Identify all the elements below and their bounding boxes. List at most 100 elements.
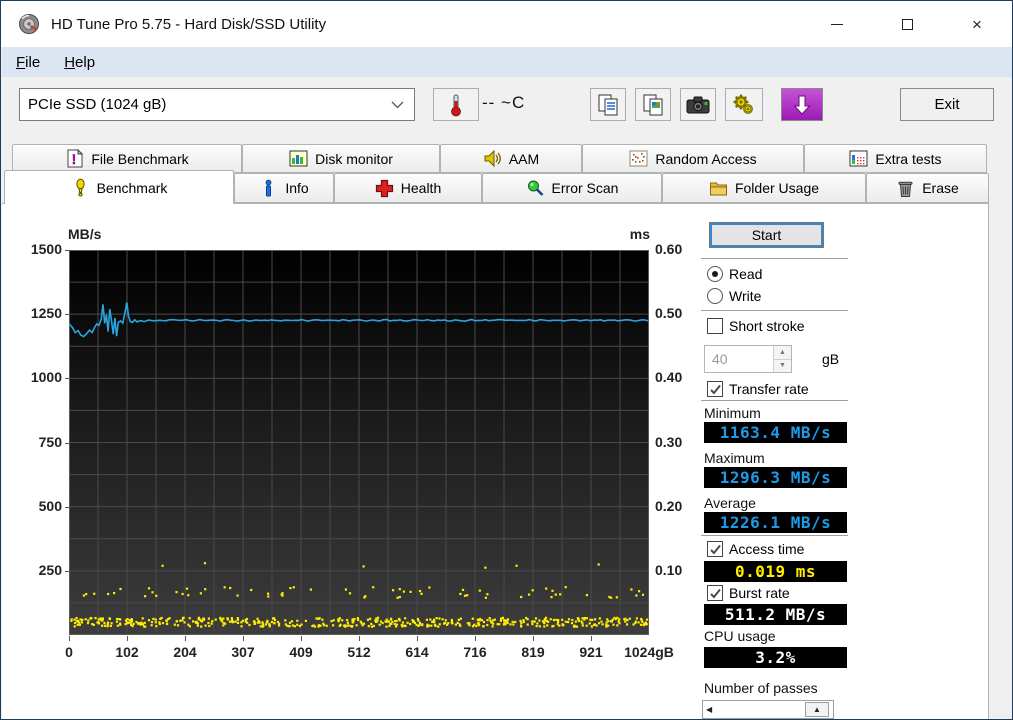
access-time-checkbox[interactable] — [707, 541, 723, 557]
tick-mark — [65, 570, 69, 572]
transfer-rate-checkbox[interactable] — [707, 381, 723, 397]
maximize-button[interactable] — [872, 1, 942, 47]
copy-text-button[interactable] — [590, 88, 626, 121]
tab-aam[interactable]: AAM — [440, 144, 582, 173]
spinner-up-button[interactable]: ▲ — [774, 346, 791, 360]
write-radio[interactable] — [707, 288, 723, 304]
x-axis-tick: 307 — [231, 644, 255, 660]
left-axis-tick: 1500 — [30, 241, 62, 257]
error-scan-icon — [526, 179, 545, 198]
short-stroke-checkbox[interactable] — [707, 318, 723, 334]
left-axis-tick: 250 — [38, 561, 62, 578]
tick-mark — [359, 636, 360, 641]
tick-mark — [475, 636, 476, 641]
read-radio[interactable] — [707, 266, 723, 282]
tab-error-scan[interactable]: Error Scan — [482, 173, 662, 203]
device-select[interactable]: PCIe SSD (1024 gB) — [19, 88, 415, 121]
x-axis-tick: 0 — [65, 644, 73, 660]
info-icon — [259, 179, 278, 198]
menu-bar: File Help — [2, 47, 1012, 77]
maximum-value: 1296.3 MB/s — [704, 467, 847, 488]
separator — [701, 258, 848, 260]
separator — [701, 400, 848, 402]
menu-item-help[interactable]: Help — [54, 51, 105, 74]
random-access-icon — [629, 149, 648, 168]
chevron-down-icon — [391, 101, 404, 108]
start-button[interactable]: Start — [709, 222, 824, 248]
tab-info[interactable]: Info — [234, 173, 334, 203]
right-axis-tick: 0.10 — [655, 561, 683, 578]
copy-image-button[interactable] — [635, 88, 671, 121]
left-axis-tick: 500 — [38, 497, 62, 514]
minimum-label: Minimum — [704, 405, 761, 421]
copy-text-icon — [598, 94, 618, 115]
x-axis-tick: 819 — [521, 644, 545, 660]
minimize-button[interactable] — [802, 1, 872, 47]
cpu-usage-value: 3.2% — [704, 647, 847, 668]
menu-item-file[interactable]: File — [6, 51, 50, 74]
close-button[interactable]: × — [942, 1, 1012, 47]
write-radio-label: Write — [729, 288, 762, 304]
short-stroke-size-spinner[interactable]: 40 ▲ ▼ — [704, 345, 792, 373]
disk-monitor-icon — [289, 149, 308, 168]
right-axis-tick: 0.60 — [655, 241, 683, 257]
tab-label: Folder Usage — [734, 180, 820, 196]
tab-label: Info — [285, 180, 309, 196]
exit-button[interactable]: Exit — [900, 88, 994, 121]
camera-icon — [686, 96, 710, 113]
separator — [701, 310, 848, 312]
x-axis-tick: 921 — [579, 644, 603, 660]
right-axis-title: ms — [629, 226, 650, 242]
short-stroke-row[interactable]: Short stroke — [707, 318, 804, 334]
left-axis-tick: 1000 — [30, 369, 62, 386]
tab-file-benchmark[interactable]: ! File Benchmark — [12, 144, 242, 173]
tick-mark — [65, 314, 69, 316]
burst-rate-row[interactable]: Burst rate — [707, 585, 790, 601]
write-radio-row[interactable]: Write — [707, 288, 761, 304]
tab-benchmark[interactable]: Benchmark — [4, 170, 234, 204]
access-time-row[interactable]: Access time — [707, 541, 804, 557]
tab-strip: ! File Benchmark Disk monitor AAM Random Acc… — [2, 142, 1012, 204]
tab-label: AAM — [508, 150, 540, 167]
left-axis-tick: 1250 — [30, 305, 62, 322]
x-axis-tick: 409 — [289, 644, 313, 660]
tab-extra-tests[interactable]: Extra tests — [804, 144, 987, 173]
access-time-label: Access time — [729, 541, 805, 557]
tab-label: Erase — [922, 180, 959, 196]
title-bar: HD Tune Pro 5.75 - Hard Disk/SSD Utility… — [1, 1, 1012, 47]
screenshot-button[interactable] — [680, 88, 716, 121]
tab-erase[interactable]: Erase — [866, 173, 989, 203]
tab-label: Health — [400, 180, 442, 196]
tab-label: Disk monitor — [315, 150, 393, 167]
passes-up-button[interactable]: ▲ — [805, 702, 829, 717]
tab-disk-monitor[interactable]: Disk monitor — [242, 144, 440, 173]
short-stroke-label: Short stroke — [729, 318, 805, 334]
benchmark-chart — [69, 250, 649, 635]
tab-label: Error Scan — [551, 180, 619, 196]
transfer-rate-row[interactable]: Transfer rate — [707, 381, 809, 397]
read-radio-row[interactable]: Read — [707, 266, 762, 282]
tick-mark — [65, 378, 69, 380]
tab-health[interactable]: Health — [334, 173, 482, 203]
update-download-button[interactable] — [781, 88, 823, 121]
options-button[interactable] — [725, 88, 763, 121]
tab-label: Extra tests — [875, 150, 942, 167]
tab-random-access[interactable]: Random Access — [582, 144, 804, 173]
tab-folder-usage[interactable]: Folder Usage — [662, 173, 866, 203]
app-window: HD Tune Pro 5.75 - Hard Disk/SSD Utility… — [0, 0, 1013, 720]
average-value: 1226.1 MB/s — [704, 512, 847, 533]
thermometer-icon — [451, 94, 461, 116]
tick-mark — [533, 636, 534, 641]
erase-icon — [896, 179, 915, 198]
spinner-down-button[interactable]: ▼ — [774, 359, 791, 372]
passes-spinner[interactable]: ◀ ▲ — [702, 700, 834, 719]
temperature-button[interactable] — [433, 88, 479, 121]
maximize-icon — [901, 18, 913, 30]
passes-left-arrow-icon[interactable]: ◀ — [706, 705, 712, 714]
access-time-value: 0.019 ms — [704, 561, 847, 582]
x-axis-tick: 716 — [463, 644, 487, 660]
right-axis-tick: 0.50 — [655, 305, 683, 322]
x-axis-end-tick: 1024gB — [624, 644, 674, 660]
burst-rate-checkbox[interactable] — [707, 585, 723, 601]
x-axis-tick: 102 — [115, 644, 139, 660]
